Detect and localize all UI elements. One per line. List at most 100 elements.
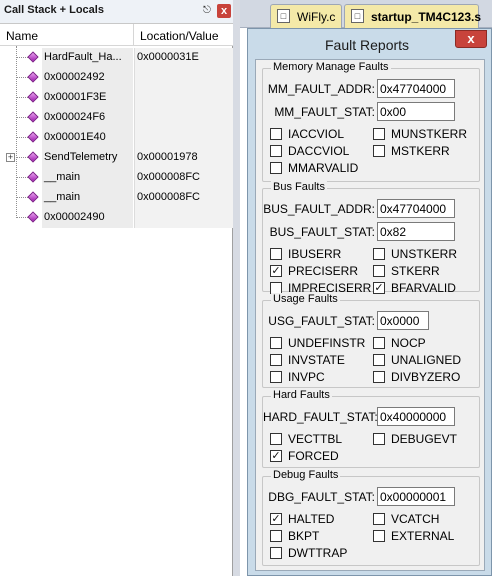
bus-fault-addr-field[interactable]: 0x47704000 [377, 199, 455, 218]
call-stack-title: Call Stack + Locals [4, 4, 104, 16]
checkbox-preciserr[interactable]: ✓ PRECISERR [270, 264, 374, 278]
frame-name: 0x000024F6 [42, 108, 133, 128]
file-icon: □ [351, 9, 364, 23]
checkbox-bkpt[interactable]: BKPT [270, 529, 374, 543]
checkbox-icon[interactable] [270, 354, 282, 366]
checkbox-mmarvalid[interactable]: MMARVALID [270, 161, 374, 175]
checkbox-mstkerr[interactable]: MSTKERR [373, 144, 477, 158]
checkbox-dwttrap[interactable]: DWTTRAP [270, 546, 374, 560]
checkbox-divbyzero[interactable]: DIVBYZERO [373, 370, 477, 384]
call-stack-panel: Call Stack + Locals ⎋ x Name Location/Va… [0, 0, 233, 576]
checkbox-label: BKPT [288, 529, 320, 543]
checkbox-icon[interactable] [270, 530, 282, 542]
group-title: Memory Manage Faults [271, 61, 391, 73]
call-stack-row[interactable]: 0x000024F6 [0, 108, 233, 128]
frame-location: 0x00001978 [134, 148, 233, 168]
checkmark-icon[interactable]: ✓ [373, 282, 385, 294]
call-stack-row[interactable]: HardFault_Ha... 0x0000031E [0, 48, 233, 68]
checkbox-icon[interactable] [270, 371, 282, 383]
checkbox-vcatch[interactable]: VCATCH [373, 512, 477, 526]
checkbox-stkerr[interactable]: STKERR [373, 264, 477, 278]
checkbox-icon[interactable] [373, 371, 385, 383]
checkbox-icon[interactable] [270, 248, 282, 260]
stack-frame-icon [27, 111, 39, 123]
checkbox-debugevt[interactable]: DEBUGEVT [373, 432, 477, 446]
checkbox-icon[interactable] [270, 547, 282, 559]
column-header-name[interactable]: Name [6, 29, 38, 43]
call-stack-row[interactable]: __main 0x000008FC [0, 168, 233, 188]
checkbox-bfarvalid[interactable]: ✓ BFARVALID [373, 281, 477, 295]
call-stack-row[interactable]: 0x00002492 [0, 68, 233, 88]
checkbox-label: UNALIGNED [391, 353, 462, 367]
group-title: Usage Faults [271, 293, 340, 305]
checkbox-icon[interactable] [373, 128, 385, 140]
call-stack-close-button[interactable]: x [217, 4, 231, 18]
checkbox-unstkerr[interactable]: UNSTKERR [373, 247, 477, 261]
checkbox-halted[interactable]: ✓ HALTED [270, 512, 374, 526]
checkbox-icon[interactable] [373, 354, 385, 366]
checkbox-icon[interactable] [373, 513, 385, 525]
checkbox-label: DACCVIOL [288, 144, 350, 158]
checkbox-icon[interactable] [270, 145, 282, 157]
checkbox-icon[interactable] [373, 530, 385, 542]
checkbox-forced[interactable]: ✓ FORCED [270, 449, 374, 463]
checkbox-nocp[interactable]: NOCP [373, 336, 477, 350]
call-stack-row[interactable]: __main 0x000008FC [0, 188, 233, 208]
checkmark-icon[interactable]: ✓ [270, 513, 282, 525]
checkbox-label: FORCED [288, 449, 339, 463]
checkbox-vecttbl[interactable]: VECTTBL [270, 432, 374, 446]
checkbox-label: BFARVALID [391, 281, 456, 295]
checkbox-daccviol[interactable]: DACCVIOL [270, 144, 374, 158]
dialog-titlebar[interactable]: Fault Reports x [248, 29, 491, 59]
mm-fault-addr-field[interactable]: 0x47704000 [377, 79, 455, 98]
pin-icon[interactable]: ⎋ [201, 5, 213, 17]
checkbox-icon[interactable] [270, 433, 282, 445]
frame-location: 0x0000031E [134, 48, 233, 68]
checkbox-label: UNDEFINSTR [288, 336, 366, 350]
tab-startup-tm4c123-s[interactable]: □ startup_TM4C123.s [344, 4, 481, 28]
checkbox-undefinstr[interactable]: UNDEFINSTR [270, 336, 374, 350]
checkbox-icon[interactable] [373, 265, 385, 277]
dbg-fault-stat-field[interactable]: 0x00000001 [377, 487, 455, 506]
frame-location [134, 68, 233, 88]
call-stack-row[interactable]: 0x00001F3E [0, 88, 233, 108]
dialog-close-button[interactable]: x [455, 30, 487, 48]
expand-icon[interactable]: + [6, 153, 15, 162]
group-title: Debug Faults [271, 469, 341, 481]
call-stack-row[interactable]: 0x00002490 [0, 208, 233, 228]
checkbox-ibuserr[interactable]: IBUSERR [270, 247, 374, 261]
checkbox-iaccviol[interactable]: IACCVIOL [270, 127, 374, 141]
tab-wifly-c[interactable]: □ WiFly.c [270, 4, 342, 28]
usg-fault-stat-field[interactable]: 0x0000 [377, 311, 429, 330]
checkbox-munstkerr[interactable]: MUNSTKERR [373, 127, 477, 141]
checkmark-icon[interactable]: ✓ [270, 265, 282, 277]
checkbox-label: MUNSTKERR [391, 127, 468, 141]
checkbox-unaligned[interactable]: UNALIGNED [373, 353, 477, 367]
field-label: MM_FAULT_ADDR: [267, 82, 375, 96]
group-title: Hard Faults [271, 389, 332, 401]
column-divider[interactable] [133, 24, 134, 46]
frame-name: 0x00001E40 [42, 128, 133, 148]
checkbox-icon[interactable] [270, 162, 282, 174]
checkbox-icon[interactable] [373, 248, 385, 260]
checkbox-icon[interactable] [373, 145, 385, 157]
checkmark-icon[interactable]: ✓ [270, 450, 282, 462]
call-stack-row[interactable]: + SendTelemetry 0x00001978 [0, 148, 233, 168]
bus-fault-stat-field[interactable]: 0x82 [377, 222, 455, 241]
hard-fault-stat-field[interactable]: 0x40000000 [377, 407, 455, 426]
tree-connector [16, 117, 28, 118]
mm-fault-stat-field[interactable]: 0x00 [377, 102, 455, 121]
frame-name: 0x00002492 [42, 68, 133, 88]
column-header-location[interactable]: Location/Value [140, 29, 219, 43]
checkbox-icon[interactable] [270, 128, 282, 140]
checkbox-label: MSTKERR [391, 144, 450, 158]
checkbox-icon[interactable] [270, 337, 282, 349]
checkbox-invstate[interactable]: INVSTATE [270, 353, 374, 367]
checkbox-icon[interactable] [373, 433, 385, 445]
tree-connector [16, 177, 28, 178]
checkbox-external[interactable]: EXTERNAL [373, 529, 477, 543]
stack-frame-icon [27, 71, 39, 83]
call-stack-row[interactable]: 0x00001E40 [0, 128, 233, 148]
checkbox-icon[interactable] [373, 337, 385, 349]
checkbox-invpc[interactable]: INVPC [270, 370, 374, 384]
